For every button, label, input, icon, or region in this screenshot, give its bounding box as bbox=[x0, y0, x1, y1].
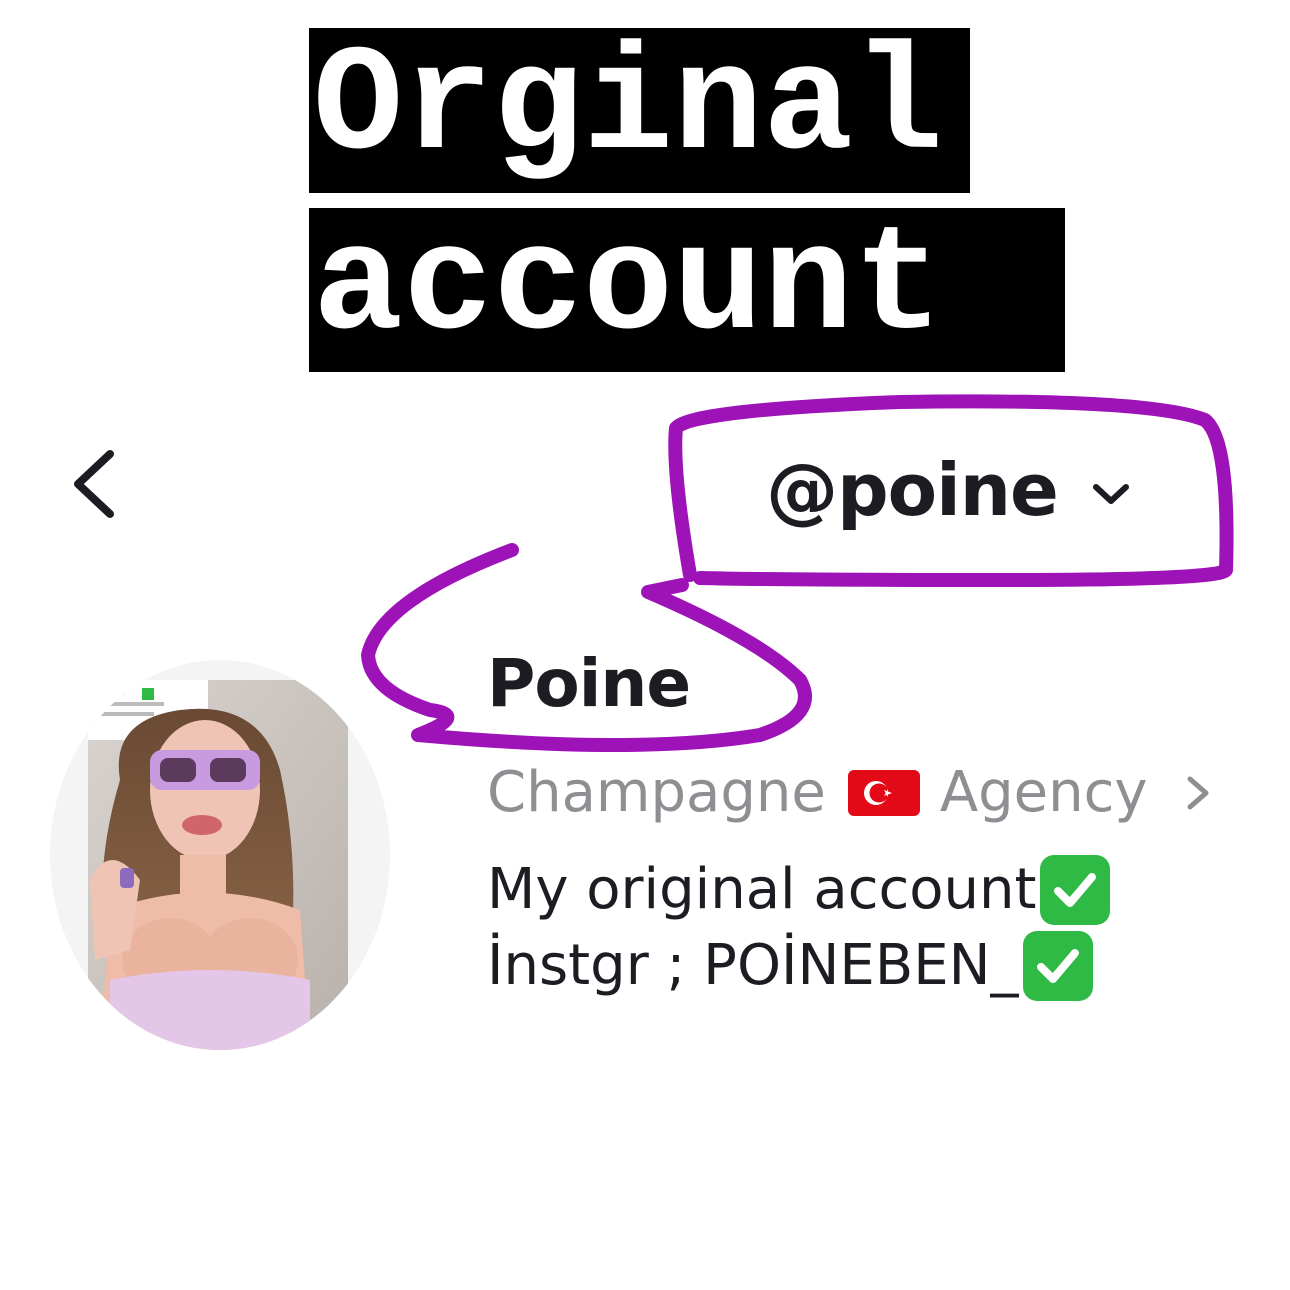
account-switcher[interactable]: @poine bbox=[700, 430, 1200, 550]
caption-line-1: Orginal bbox=[309, 28, 970, 193]
caption-line-2: account bbox=[309, 208, 1065, 372]
bio: My original account İnstgr ; POİNEBEN_ bbox=[487, 852, 1111, 1004]
turkey-flag-icon bbox=[847, 769, 920, 816]
agency-prefix: Champagne bbox=[487, 760, 826, 825]
bio-line-2: İnstgr ; POİNEBEN_ bbox=[487, 928, 1110, 1004]
agency-link[interactable]: Champagne Agency bbox=[487, 760, 1212, 825]
chevron-left-icon bbox=[74, 450, 114, 518]
back-button[interactable] bbox=[64, 444, 124, 524]
chevron-down-icon bbox=[1092, 484, 1129, 504]
avatar-photo bbox=[50, 660, 390, 1050]
username: @poine bbox=[766, 448, 1059, 532]
agency-suffix: Agency bbox=[939, 760, 1148, 825]
chevron-right-icon bbox=[1187, 776, 1209, 809]
check-mark-button-icon bbox=[1040, 855, 1111, 925]
display-name: Poine bbox=[487, 645, 691, 722]
bio-line-2-text: İnstgr ; POİNEBEN_ bbox=[487, 933, 1019, 998]
bio-line-1: My original account bbox=[487, 852, 1111, 928]
bio-line-1-text: My original account bbox=[487, 857, 1037, 922]
check-mark-button-icon bbox=[1022, 931, 1093, 1001]
avatar[interactable] bbox=[50, 660, 390, 1050]
